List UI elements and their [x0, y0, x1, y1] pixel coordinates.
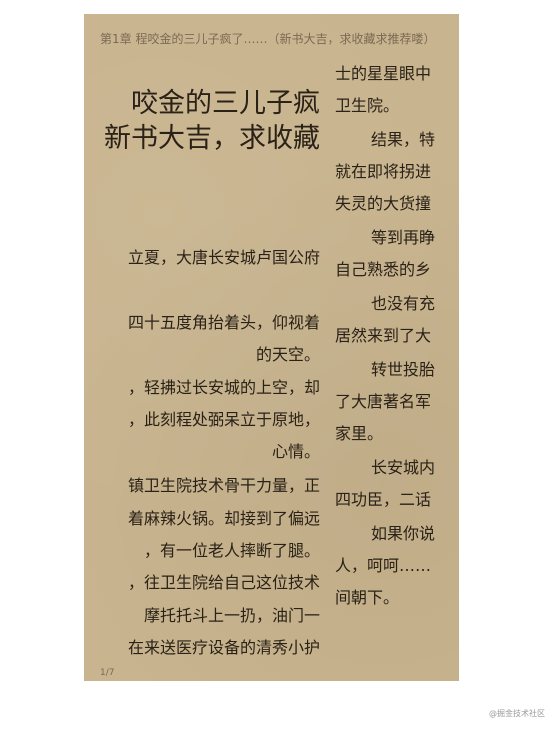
- paragraph-line: 着麻辣火锅。却接到了偏远: [127, 509, 320, 528]
- watermark: @掘金技术社区: [489, 709, 545, 718]
- paragraph-line: ，此刻程处弼呆立于原地，: [127, 410, 320, 429]
- chapter-title-line: 咬金的三儿子疯: [131, 88, 320, 119]
- paragraph-line: 士的星星眼中: [335, 64, 432, 83]
- paragraph-line: ，轻拂过长安城的上空，却: [127, 378, 320, 397]
- paragraph-line: 等到再睁: [371, 228, 436, 247]
- left-text-column: 咬金的三儿子疯 新书大吉，求收藏 立夏，大唐长安城卢国公府 四十五度角抬着头，仰…: [84, 14, 320, 681]
- paragraph-line: ，往卫生院给自己这位技术: [127, 573, 320, 592]
- right-text-column: 士的星星眼中 卫生院。 结果，特 就在即将拐进 失灵的大货撞 等到再睁 自己熟悉…: [335, 14, 447, 681]
- chapter-title-line: 新书大吉，求收藏: [104, 123, 320, 154]
- paragraph-line: 结果，特: [371, 130, 436, 149]
- paragraph-line: 在来送医疗设备的清秀小护: [127, 638, 320, 657]
- paragraph-line: 也没有充: [371, 294, 436, 313]
- paragraph-line: 失灵的大货撞: [335, 194, 432, 213]
- paragraph-line: 的天空。: [255, 345, 320, 364]
- paragraph-line: 镇卫生院技术骨干力量，正: [127, 476, 320, 495]
- paragraph-line: 了大唐著名军: [335, 392, 432, 411]
- paragraph-line: 人，呵呵……: [335, 556, 432, 575]
- reader-page[interactable]: 第1章 程咬金的三儿子疯了……（新书大吉，求收藏求推荐喽） 咬金的三儿子疯 新书…: [84, 14, 459, 681]
- paragraph-line: 家里。: [335, 424, 384, 443]
- paragraph-line: 摩托托斗上一扔，油门一: [143, 606, 320, 625]
- paragraph-line: ，有一位老人摔断了腿。: [143, 541, 320, 560]
- paragraph-line: 心情。: [271, 442, 320, 461]
- paragraph-line: 间朝下。: [335, 588, 400, 607]
- paragraph-line: 四功臣，二话: [335, 490, 432, 509]
- paragraph-line: 转世投胎: [371, 360, 436, 379]
- paragraph-line: 就在即将拐进: [335, 162, 432, 181]
- paragraph-line: 长安城内: [371, 458, 436, 477]
- paragraph-line: 居然来到了大: [335, 326, 432, 345]
- paragraph-line: 四十五度角抬着头，仰视着: [127, 313, 320, 332]
- paragraph-line: 卫生院。: [335, 96, 400, 115]
- paragraph-line: 如果你说: [371, 524, 436, 543]
- paragraph-line: 立夏，大唐长安城卢国公府: [127, 248, 320, 267]
- paragraph-line: 自己熟悉的乡: [335, 260, 432, 279]
- page-indicator: 1/7: [100, 668, 115, 678]
